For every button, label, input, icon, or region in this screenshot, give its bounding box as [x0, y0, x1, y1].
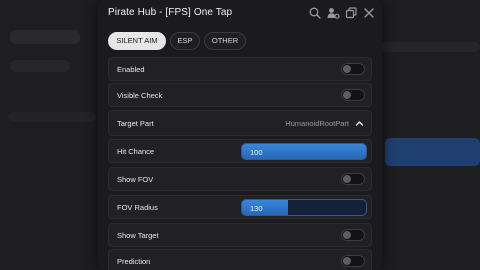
fov-radius-value: 130 [250, 204, 263, 213]
toggle-knob [343, 257, 351, 265]
option-label: Enabled [117, 65, 145, 74]
option-visible-check: Visible Check [108, 83, 372, 107]
toggle-knob [343, 175, 351, 183]
target-part-value: HumanoidRootPart [285, 119, 349, 128]
toggle-knob [343, 65, 351, 73]
title-bar[interactable]: Pirate Hub - [FPS] One Tap [98, 0, 382, 26]
option-label: Show Target [117, 231, 159, 240]
background-blur-element [380, 42, 480, 52]
prediction-toggle[interactable] [341, 255, 365, 267]
show-target-toggle[interactable] [341, 229, 365, 241]
hub-window: Pirate Hub - [FPS] One Tap SILENT AIM ES… [98, 0, 382, 270]
option-show-target: Show Target [108, 223, 372, 247]
background-blur-element [10, 60, 70, 72]
window-title: Pirate Hub - [FPS] One Tap [108, 7, 233, 18]
tab-other[interactable]: OTHER [204, 32, 246, 50]
toggle-knob [343, 91, 351, 99]
close-icon[interactable] [362, 6, 376, 20]
visible-check-toggle[interactable] [341, 89, 365, 101]
background-blur-element [385, 138, 480, 166]
option-enabled: Enabled [108, 57, 372, 81]
tab-silent-aim[interactable]: SILENT AIM [108, 32, 166, 50]
option-fov-radius: FOV Radius 130 [108, 195, 372, 219]
slider-fill [242, 200, 288, 215]
copy-icon[interactable] [344, 6, 358, 20]
show-fov-toggle[interactable] [341, 173, 365, 185]
search-icon[interactable] [308, 6, 322, 20]
tab-esp[interactable]: ESP [170, 32, 200, 50]
background-blur-element [10, 30, 80, 44]
option-hit-chance: Hit Chance 100 [108, 139, 372, 163]
option-label: Prediction [117, 257, 151, 266]
option-label: Show FOV [117, 175, 154, 184]
fov-radius-slider[interactable]: 130 [241, 199, 367, 216]
option-label: Visible Check [117, 91, 163, 100]
hit-chance-slider[interactable]: 100 [241, 143, 367, 160]
option-label: Target Part [117, 119, 154, 128]
user-settings-icon[interactable] [326, 6, 340, 20]
option-prediction: Prediction [108, 249, 372, 270]
chevron-up-icon[interactable] [355, 119, 364, 128]
enabled-toggle[interactable] [341, 63, 365, 75]
option-show-fov: Show FOV [108, 167, 372, 191]
background-blur-element [8, 112, 96, 122]
option-target-part[interactable]: Target Part HumanoidRootPart [108, 110, 372, 136]
hit-chance-value: 100 [250, 148, 263, 157]
option-label: Hit Chance [117, 147, 155, 156]
option-label: FOV Radius [117, 203, 158, 212]
toggle-knob [343, 231, 351, 239]
